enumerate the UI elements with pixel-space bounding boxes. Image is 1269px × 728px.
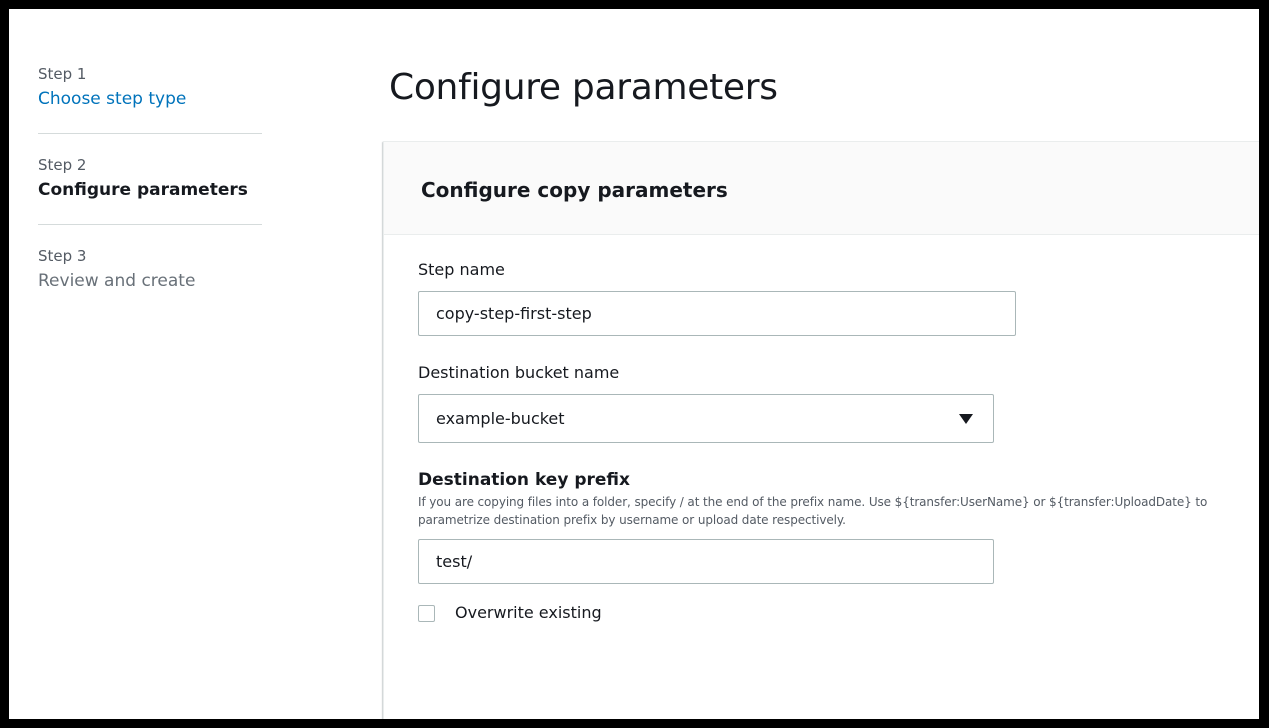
step-name-label: Step name	[418, 260, 505, 279]
destination-bucket-select[interactable]: example-bucket	[418, 394, 994, 443]
step-1-number: Step 1	[38, 65, 87, 83]
container-header: Configure copy parameters	[384, 142, 1259, 235]
step-3-title-disabled: Review and create	[38, 271, 196, 291]
copy-parameters-container: Configure copy parameters Step name Dest…	[383, 141, 1259, 719]
wizard-step-2: Step 2 Configure parameters	[38, 154, 262, 225]
step-2-number: Step 2	[38, 156, 87, 174]
overwrite-existing-checkbox[interactable]	[418, 604, 435, 622]
wizard-step-1: Step 1 Choose step type	[38, 63, 262, 134]
destination-prefix-input[interactable]	[418, 539, 994, 584]
wizard-navigation: Step 1 Choose step type Step 2 Configure…	[38, 63, 262, 335]
destination-prefix-label: Destination key prefix	[418, 470, 630, 490]
step-2-title-current: Configure parameters	[38, 180, 248, 200]
container-title: Configure copy parameters	[421, 178, 728, 202]
page-title: Configure parameters	[389, 67, 778, 108]
destination-prefix-field: Destination key prefix If you are copyin…	[418, 469, 1259, 584]
destination-bucket-value: example-bucket	[436, 409, 565, 428]
step-name-input[interactable]	[418, 291, 1016, 336]
page-frame: Step 1 Choose step type Step 2 Configure…	[9, 9, 1259, 719]
caret-down-icon	[959, 414, 973, 424]
overwrite-existing-label[interactable]: Overwrite existing	[455, 602, 602, 624]
step-name-field: Step name	[418, 259, 1259, 336]
destination-bucket-field: Destination bucket name example-bucket	[418, 362, 1259, 443]
wizard-step-3: Step 3 Review and create	[38, 245, 262, 315]
destination-prefix-description: If you are copying files into a folder, …	[418, 495, 1208, 527]
destination-bucket-label: Destination bucket name	[418, 363, 620, 382]
step-3-number: Step 3	[38, 247, 87, 265]
step-1-link-choose-step-type[interactable]: Choose step type	[38, 87, 262, 111]
overwrite-existing-row: Overwrite existing	[418, 602, 1259, 624]
container-body: Step name Destination bucket name exampl…	[384, 235, 1259, 624]
